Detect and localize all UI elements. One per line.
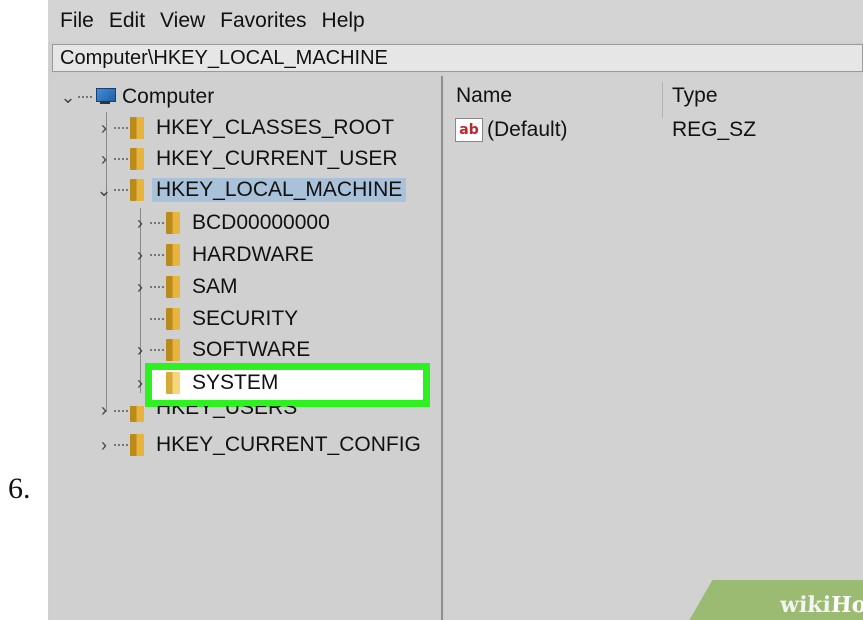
tree-item-label: BCD00000000 bbox=[192, 211, 330, 234]
tree-connector bbox=[150, 286, 164, 288]
tree-item-hkey-current-user[interactable]: › HKEY_CURRENT_USER bbox=[96, 144, 402, 174]
folder-icon bbox=[130, 434, 144, 456]
tree-item-hkey-users[interactable]: › HKEY_USERS bbox=[96, 406, 301, 422]
folder-icon bbox=[166, 308, 180, 330]
value-name: (Default) bbox=[487, 118, 568, 141]
chevron-down-icon[interactable]: ⌄ bbox=[96, 180, 112, 201]
chevron-right-icon[interactable]: › bbox=[132, 245, 148, 266]
tree-item-system[interactable]: › SYSTEM bbox=[132, 368, 282, 398]
value-type: REG_SZ bbox=[672, 118, 756, 142]
menu-bar: File Edit View Favorites Help bbox=[48, 0, 863, 42]
tree-item-security[interactable]: SECURITY bbox=[132, 304, 302, 334]
folder-icon bbox=[130, 117, 144, 139]
tree-connector bbox=[114, 189, 128, 191]
wikihow-watermark: wikiHow bbox=[779, 592, 863, 618]
tree-item-label: HKEY_LOCAL_MACHINE bbox=[152, 178, 407, 202]
tree-connector bbox=[150, 318, 164, 320]
tree-connector bbox=[78, 96, 92, 98]
tree-item-label: SOFTWARE bbox=[192, 338, 311, 361]
value-type-label: REG_SZ bbox=[672, 118, 757, 141]
chevron-right-icon[interactable]: › bbox=[132, 213, 148, 234]
tree-item-hkey-local-machine[interactable]: ⌄ HKEY_LOCAL_MACHINE bbox=[96, 175, 407, 205]
tree-item-label: HKEY_CURRENT_USER bbox=[156, 147, 398, 170]
folder-icon bbox=[166, 276, 180, 298]
tree-connector bbox=[114, 410, 128, 412]
menu-view[interactable]: View bbox=[160, 9, 205, 33]
column-header-type[interactable]: Type bbox=[672, 84, 718, 108]
chevron-right-icon[interactable]: › bbox=[132, 373, 148, 394]
tree-item-label: HARDWARE bbox=[192, 243, 314, 266]
tree-connector bbox=[114, 444, 128, 446]
tree-connector bbox=[114, 158, 128, 160]
tree-item-hardware[interactable]: › HARDWARE bbox=[132, 240, 318, 270]
chevron-right-icon[interactable]: › bbox=[96, 435, 112, 456]
chevron-right-icon[interactable]: › bbox=[132, 340, 148, 361]
chevron-right-icon[interactable]: › bbox=[132, 277, 148, 298]
tree-item-label: Computer bbox=[122, 85, 215, 108]
tree-connector bbox=[150, 222, 164, 224]
chevron-right-icon[interactable]: › bbox=[96, 149, 112, 170]
menu-help[interactable]: Help bbox=[322, 9, 365, 33]
folder-icon bbox=[166, 339, 180, 361]
tree-item-sam[interactable]: › SAM bbox=[132, 272, 242, 302]
folder-open-icon bbox=[130, 179, 144, 201]
chevron-right-icon[interactable]: › bbox=[96, 118, 112, 139]
tree-connector bbox=[150, 349, 164, 351]
folder-icon bbox=[166, 372, 180, 394]
address-bar[interactable]: Computer\HKEY_LOCAL_MACHINE bbox=[52, 44, 863, 72]
values-pane[interactable] bbox=[445, 76, 863, 620]
registry-editor-window: File Edit View Favorites Help Computer\H… bbox=[48, 0, 863, 620]
watermark-part2: How bbox=[830, 592, 863, 618]
tree-item-software[interactable]: › SOFTWARE bbox=[132, 335, 314, 365]
value-row[interactable]: ab (Default) bbox=[455, 118, 568, 142]
column-header-name[interactable]: Name bbox=[456, 84, 512, 108]
folder-icon bbox=[130, 148, 144, 170]
tree-item-label: SAM bbox=[192, 275, 238, 298]
tree-item-hkey-classes-root[interactable]: › HKEY_CLASSES_ROOT bbox=[96, 113, 398, 143]
tree-item-computer[interactable]: ⌄ Computer bbox=[60, 82, 214, 112]
column-separator[interactable] bbox=[662, 82, 663, 118]
tree-item-label: HKEY_CURRENT_CONFIG bbox=[156, 433, 421, 456]
menu-file[interactable]: File bbox=[60, 9, 94, 33]
menu-edit[interactable]: Edit bbox=[109, 9, 145, 33]
folder-icon bbox=[166, 212, 180, 234]
tree-connector bbox=[114, 127, 128, 129]
folder-icon bbox=[166, 244, 180, 266]
tree-item-label: SECURITY bbox=[192, 307, 299, 330]
chevron-right-icon[interactable]: › bbox=[96, 406, 112, 421]
step-number: 6. bbox=[8, 472, 31, 505]
tree-item-label: HKEY_USERS bbox=[156, 406, 298, 419]
tree-item-label: HKEY_CLASSES_ROOT bbox=[156, 116, 395, 139]
tree-connector bbox=[150, 254, 164, 256]
string-value-icon: ab bbox=[455, 118, 483, 142]
menu-favorites[interactable]: Favorites bbox=[220, 9, 306, 33]
tree-item-hkey-current-config[interactable]: › HKEY_CURRENT_CONFIG bbox=[96, 430, 425, 460]
tree-item-bcd00000000[interactable]: › BCD00000000 bbox=[132, 208, 334, 238]
folder-icon bbox=[130, 406, 144, 422]
tree-item-label: SYSTEM bbox=[192, 371, 279, 394]
watermark-part1: wiki bbox=[779, 592, 832, 618]
computer-icon bbox=[94, 88, 116, 106]
chevron-down-icon[interactable]: ⌄ bbox=[60, 87, 76, 108]
